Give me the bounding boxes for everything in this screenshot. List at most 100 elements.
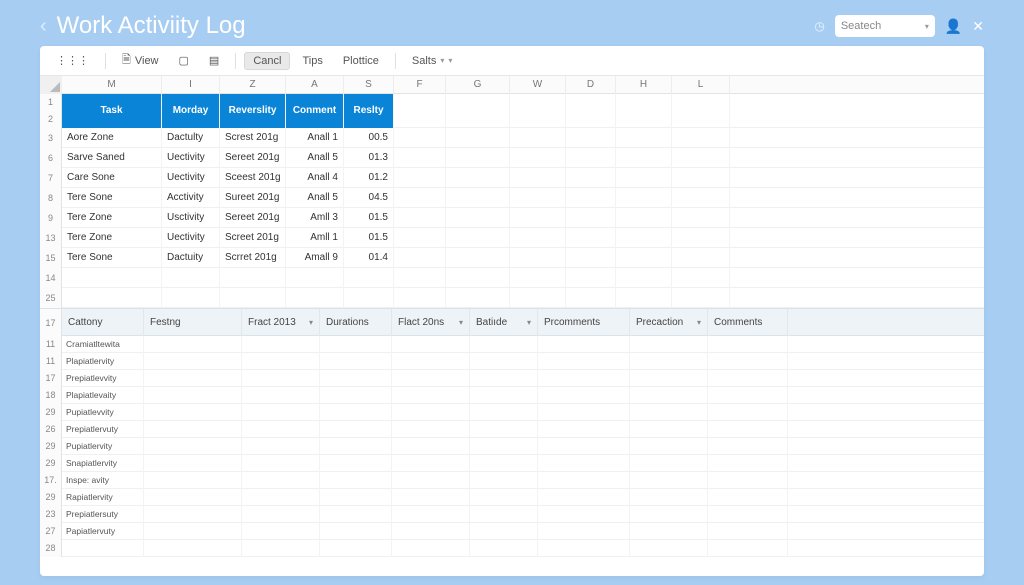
cell-cattony[interactable] <box>62 540 144 557</box>
row-number[interactable]: 23 <box>40 506 62 523</box>
th2-comments[interactable]: Comments <box>708 309 788 337</box>
th2-cattony[interactable]: Cattony <box>62 309 144 337</box>
cell-com[interactable]: Anall 4 <box>286 168 344 188</box>
cell-morday[interactable]: Acctivity <box>162 188 220 208</box>
col-header[interactable]: G <box>446 76 510 94</box>
cell-task[interactable]: Tere Zone <box>62 228 162 248</box>
row-number[interactable]: 12 <box>40 94 62 128</box>
th2-batide[interactable]: Batiıde <box>470 309 538 337</box>
cell-res[interactable]: 01.4 <box>344 248 394 268</box>
row-number[interactable]: 14 <box>40 268 62 288</box>
cell-morday[interactable]: Dactuity <box>162 248 220 268</box>
col-header[interactable]: I <box>162 76 220 94</box>
col-header[interactable]: L <box>672 76 730 94</box>
row-number[interactable]: 11 <box>40 353 62 370</box>
th-task[interactable]: Task <box>62 94 162 128</box>
col-header[interactable]: W <box>510 76 566 94</box>
row-number[interactable]: 11 <box>40 336 62 353</box>
col-header[interactable]: M <box>62 76 162 94</box>
select-all-corner[interactable] <box>40 76 62 94</box>
cell-com[interactable]: Anall 5 <box>286 148 344 168</box>
row-number[interactable]: 15 <box>40 248 62 268</box>
th2-prcomments[interactable]: Prcomments <box>538 309 630 337</box>
cell-morday[interactable]: Dactulty <box>162 128 220 148</box>
row-number[interactable]: 18 <box>40 387 62 404</box>
user-icon[interactable]: 👤 <box>945 18 962 35</box>
cell-com[interactable]: Amall 9 <box>286 248 344 268</box>
cell-rev[interactable]: Sereet 201g <box>220 208 286 228</box>
th2-durations[interactable]: Durations <box>320 309 392 337</box>
cell-rev[interactable]: Screet 201g <box>220 228 286 248</box>
row-number[interactable]: 17 <box>40 309 62 337</box>
clock-icon[interactable]: ◷ <box>814 19 824 33</box>
cell-rev[interactable]: Sceest 201g <box>220 168 286 188</box>
row-number[interactable]: 25 <box>40 288 62 308</box>
cell-res[interactable]: 00.5 <box>344 128 394 148</box>
cell-rev[interactable]: Sureet 201g <box>220 188 286 208</box>
cell-task[interactable]: Tere Sone <box>62 248 162 268</box>
cell-task[interactable]: Sarve Saned <box>62 148 162 168</box>
plottice-button[interactable]: Plottice <box>335 53 387 69</box>
th2-festng[interactable]: Festng <box>144 309 242 337</box>
close-icon[interactable]: ✕ <box>972 18 984 35</box>
layout-icon-2[interactable]: ▤ <box>201 52 227 69</box>
col-header[interactable]: S <box>344 76 394 94</box>
row-number[interactable]: 17. <box>40 472 62 489</box>
cell-res[interactable]: 04.5 <box>344 188 394 208</box>
cell-res[interactable]: 01.2 <box>344 168 394 188</box>
col-header[interactable]: Z <box>220 76 286 94</box>
cell-cattony[interactable]: Plapiatlevaity <box>62 387 144 404</box>
cell-com[interactable]: Anall 5 <box>286 188 344 208</box>
col-header[interactable]: F <box>394 76 446 94</box>
cell-cattony[interactable]: Plapiatlervity <box>62 353 144 370</box>
row-number[interactable]: 6 <box>40 148 62 168</box>
cell-cattony[interactable]: Rapiatlervity <box>62 489 144 506</box>
row-number[interactable]: 29 <box>40 438 62 455</box>
cell-task[interactable]: Care Sone <box>62 168 162 188</box>
th2-precaction[interactable]: Precaction <box>630 309 708 337</box>
salts-dropdown[interactable]: Salts ▾ ▾ <box>404 53 461 69</box>
cell-morday[interactable]: Uectivity <box>162 168 220 188</box>
row-number[interactable]: 13 <box>40 228 62 248</box>
col-header[interactable]: D <box>566 76 616 94</box>
apps-icon[interactable]: ⋮⋮⋮ <box>48 52 97 69</box>
row-number[interactable]: 28 <box>40 540 62 557</box>
cell-cattony[interactable]: Prepiatlervuty <box>62 421 144 438</box>
cell-task[interactable]: Tere Zone <box>62 208 162 228</box>
cell-res[interactable]: 01.5 <box>344 228 394 248</box>
cell-task[interactable]: Aore Zone <box>62 128 162 148</box>
cell-cattony[interactable]: Prepiatlersuty <box>62 506 144 523</box>
row-number[interactable]: 8 <box>40 188 62 208</box>
view-button[interactable]: 🗎 View <box>114 49 167 72</box>
cell-com[interactable]: Amll 1 <box>286 228 344 248</box>
row-number[interactable]: 29 <box>40 404 62 421</box>
row-number[interactable]: 3 <box>40 128 62 148</box>
cell-com[interactable]: Amll 3 <box>286 208 344 228</box>
back-icon[interactable]: ‹ <box>40 15 47 38</box>
row-number[interactable]: 27 <box>40 523 62 540</box>
layout-icon-1[interactable]: ▢ <box>171 52 197 69</box>
col-header[interactable]: H <box>616 76 672 94</box>
cell-cattony[interactable]: Pupiatlervity <box>62 438 144 455</box>
row-number[interactable]: 17 <box>40 370 62 387</box>
cell-morday[interactable]: Usctivity <box>162 208 220 228</box>
cell-rev[interactable]: Screst 201g <box>220 128 286 148</box>
tips-button[interactable]: Tips <box>294 53 330 69</box>
th-rev[interactable]: Reverslity <box>220 94 286 128</box>
row-number[interactable]: 26 <box>40 421 62 438</box>
cell-morday[interactable]: Uectivity <box>162 228 220 248</box>
cell-cattony[interactable]: Pupiatlevvity <box>62 404 144 421</box>
cell-com[interactable]: Anall 1 <box>286 128 344 148</box>
cell-task[interactable]: Tere Sone <box>62 188 162 208</box>
th2-flact[interactable]: Flact 20ns <box>392 309 470 337</box>
row-number[interactable]: 29 <box>40 455 62 472</box>
th2-fract[interactable]: Fract 2013 <box>242 309 320 337</box>
row-number[interactable]: 9 <box>40 208 62 228</box>
cell-rev[interactable]: Sereet 201g <box>220 148 286 168</box>
cell-cattony[interactable]: Snapiatlervity <box>62 455 144 472</box>
row-number[interactable]: 7 <box>40 168 62 188</box>
row-number[interactable]: 29 <box>40 489 62 506</box>
cell-res[interactable]: 01.5 <box>344 208 394 228</box>
th-res[interactable]: Reslty <box>344 94 394 128</box>
cell-cattony[interactable]: Cramiatltewita <box>62 336 144 353</box>
